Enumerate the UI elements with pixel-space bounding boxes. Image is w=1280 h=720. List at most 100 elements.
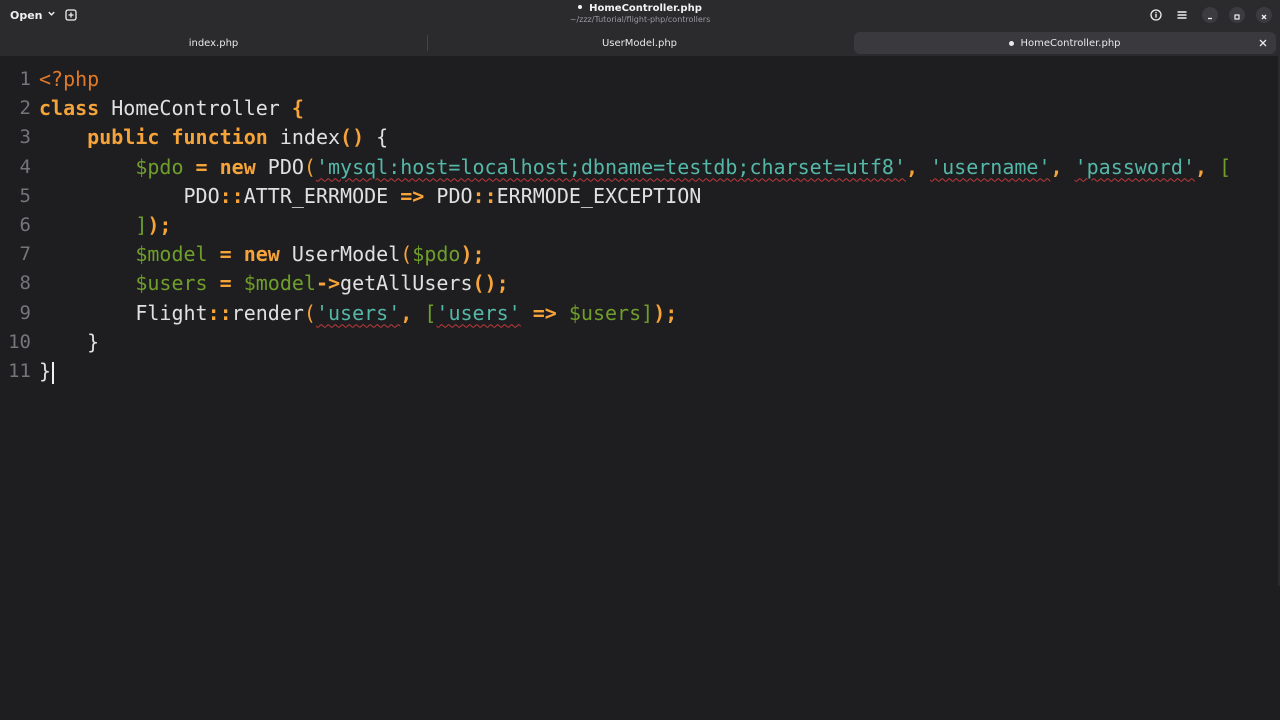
line-number: 7 — [19, 243, 31, 266]
code-token: ( — [303, 154, 316, 179]
code-token: UserModel — [279, 242, 401, 267]
code-token: { — [364, 125, 389, 150]
code-token: -> — [315, 271, 341, 296]
code-token: getAllUsers — [340, 271, 473, 296]
line-number: 11 — [8, 360, 31, 382]
text-cursor — [52, 361, 55, 384]
code-token: $users — [135, 271, 208, 296]
open-button-label: Open — [10, 8, 43, 22]
code-token: ( — [400, 242, 413, 267]
code-token: , — [905, 154, 931, 179]
code-token: class — [39, 96, 100, 121]
code-token: ( — [303, 300, 316, 325]
code-token: $pdo — [412, 242, 461, 267]
chevron-down-icon — [47, 9, 56, 21]
code-text: Flight::render('users', ['users' => $use… — [39, 299, 677, 328]
code-token: , — [400, 300, 425, 325]
code-token: HomeController — [99, 96, 292, 121]
line-number: 10 — [8, 330, 31, 353]
code-token: => — [400, 183, 425, 208]
code-text: } — [39, 328, 99, 357]
code-token: render — [231, 300, 304, 325]
close-window-button[interactable] — [1256, 7, 1272, 23]
document-path: ~/zzz/Tutorial/flight-php/controllers — [569, 15, 711, 24]
code-text: PDO::ATTR_ERRMODE => PDO::ERRMODE_EXCEPT… — [39, 182, 701, 211]
line-number: 3 — [19, 126, 31, 149]
tab-bar: index.php UserModel.php HomeController.p… — [0, 30, 1280, 56]
code-token: ); — [460, 242, 485, 267]
code-text: class HomeController { — [39, 94, 304, 123]
info-button[interactable] — [1147, 6, 1165, 24]
code-text: <?php — [39, 65, 99, 94]
tab-label: index.php — [188, 37, 239, 49]
code-token: :: — [207, 300, 232, 325]
code-token: 'username' — [930, 154, 1051, 179]
code-token: 'users' — [315, 300, 401, 325]
code-token: $model — [135, 242, 208, 267]
code-token: $pdo — [135, 154, 184, 179]
minimize-button[interactable] — [1202, 7, 1218, 23]
code-text: $model = new UserModel($pdo); — [39, 240, 485, 269]
code-token: [ — [424, 300, 437, 325]
code-token: => — [532, 300, 557, 325]
document-title: HomeController.php — [589, 3, 702, 14]
code-token: :: — [219, 183, 244, 208]
code-token: [ — [1219, 154, 1232, 179]
code-token: new — [219, 154, 256, 179]
code-token: = — [207, 271, 244, 296]
new-document-icon — [65, 6, 77, 25]
code-token: $users — [568, 300, 642, 325]
tab-close-button[interactable] — [1256, 36, 1270, 50]
info-icon — [1150, 6, 1162, 25]
line-number: 8 — [19, 272, 31, 295]
code-token: function — [171, 125, 268, 150]
code-token: public — [87, 125, 160, 150]
close-icon — [1260, 6, 1268, 25]
code-text: $pdo = new PDO('mysql:host=localhost;dbn… — [39, 153, 1231, 182]
code-token: ] — [641, 300, 654, 325]
line-number: 4 — [19, 155, 31, 178]
tab-homecontroller-php[interactable]: HomeController.php — [854, 32, 1276, 54]
code-token: PDO — [424, 183, 473, 208]
modified-dot-icon — [578, 5, 583, 9]
code-token: (); — [472, 271, 509, 296]
code-token: index — [267, 125, 341, 150]
code-token: $model — [243, 271, 316, 296]
code-token: new — [243, 242, 280, 267]
tab-index-php[interactable]: index.php — [0, 32, 427, 54]
open-button[interactable]: Open — [4, 5, 62, 25]
code-token: ATTR_ERRMODE — [243, 183, 401, 208]
code-text: $users = $model->getAllUsers(); — [39, 269, 509, 298]
code-token: Flight — [39, 300, 208, 325]
new-tab-button[interactable] — [62, 6, 80, 24]
line-number: 5 — [19, 184, 31, 207]
line-number: 1 — [19, 68, 31, 90]
code-text: public function index() { — [39, 123, 388, 152]
tab-usermodel-php[interactable]: UserModel.php — [427, 32, 852, 54]
code-token: } — [39, 359, 52, 383]
maximize-icon — [1233, 6, 1241, 25]
hamburger-menu-icon — [1176, 6, 1188, 25]
line-number: 9 — [19, 301, 31, 324]
window-title: HomeController.php ~/zzz/Tutorial/flight… — [440, 3, 840, 25]
code-token: 'users' — [436, 300, 521, 325]
code-token: ); — [147, 213, 172, 237]
code-token: = — [207, 242, 244, 267]
main-menu-button[interactable] — [1173, 6, 1191, 24]
code-token: { — [291, 96, 304, 121]
code-token: ] — [135, 213, 148, 237]
tab-label: UserModel.php — [601, 37, 678, 49]
code-token: <?php — [39, 67, 100, 91]
tab-label: HomeController.php — [1020, 37, 1121, 49]
code-text: ]); — [39, 211, 171, 240]
code-editor[interactable]: 1 <?php 2 class HomeController {3 public fu… — [0, 56, 1280, 720]
maximize-button[interactable] — [1229, 7, 1245, 23]
modified-dot-icon — [1009, 40, 1015, 46]
code-token: ); — [653, 300, 678, 325]
